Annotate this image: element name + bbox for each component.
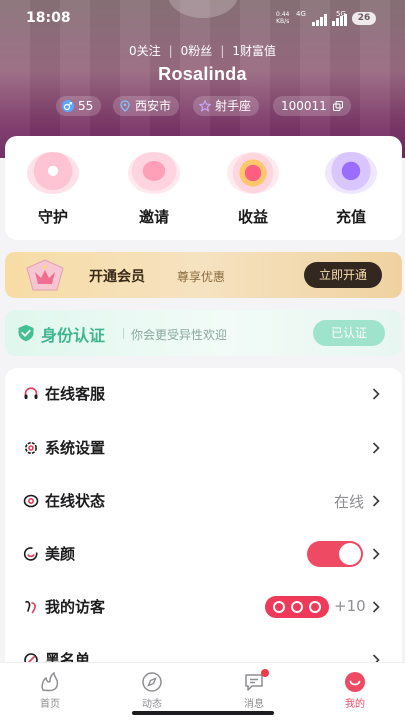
visitor-count: +10: [334, 597, 366, 615]
purple-shape-icon: [325, 152, 377, 194]
menu-online-service-label: 在线客服: [45, 385, 106, 403]
quick-invite-label: 邀请: [138, 208, 169, 226]
chevron-right-icon: [372, 388, 380, 400]
copy-icon[interactable]: [332, 101, 343, 111]
gear-icon: [25, 442, 37, 454]
smile-icon: [23, 547, 38, 561]
tab-moments-label: 动态: [142, 699, 162, 710]
quick-guard-label: 守护: [37, 208, 68, 226]
level-chip: 55: [56, 96, 102, 116]
settings-menu: 在线客服 系统设置 在线状态 在线 美颜 我的访客 +10 黑名单: [5, 368, 402, 668]
username: Rosalinda: [158, 64, 247, 84]
net-4g-label: 4G: [296, 10, 306, 18]
quick-recharge[interactable]: 充值: [311, 150, 391, 236]
signal-icon: [312, 14, 330, 26]
home-indicator: [132, 711, 274, 715]
quick-earnings[interactable]: 收益: [213, 150, 293, 236]
menu-system-settings[interactable]: 系统设置: [5, 428, 402, 468]
menu-online-status[interactable]: 在线状态 在线: [5, 481, 402, 521]
visitor-avatars: [265, 596, 329, 618]
profile-header: 18:08 0.44 KB/s 4G 5G 26 0关注 | 0粉丝 | 1财富值 Ros…: [0, 0, 405, 158]
net-speed-value: 0.44: [276, 11, 290, 18]
status-bar: 18:08 0.44 KB/s 4G 5G 26: [0, 8, 405, 30]
tab-messages[interactable]: 消息: [224, 667, 284, 717]
location-icon: [120, 100, 130, 112]
gender-level-icon: [62, 100, 74, 112]
wealth-value[interactable]: 1财富值: [232, 44, 276, 58]
signal-icon-2: [332, 14, 348, 26]
star-icon: [199, 100, 211, 112]
compass-icon: [142, 672, 162, 692]
identity-title: 身份认证: [41, 326, 106, 345]
quick-actions-card: 守护 邀请 收益 充值: [5, 136, 402, 240]
menu-beauty: 美颜: [5, 534, 402, 574]
id-chip[interactable]: 100011: [273, 96, 351, 116]
vip-crown-icon: [26, 259, 64, 291]
quick-invite[interactable]: 邀请: [114, 150, 194, 236]
status-time: 18:08: [26, 10, 71, 26]
vip-banner[interactable]: 开通会员 尊享优惠 立即开通: [5, 252, 402, 298]
toggle-knob: [339, 543, 361, 565]
chevron-right-icon: [372, 495, 380, 507]
home-icon: [41, 671, 59, 692]
menu-my-visitors-label: 我的访客: [45, 598, 106, 616]
tab-me[interactable]: 我的: [325, 667, 385, 717]
petal-icon: [128, 152, 180, 194]
tab-home[interactable]: 首页: [20, 667, 80, 717]
level-value: 55: [78, 99, 94, 113]
tab-me-label: 我的: [345, 699, 365, 710]
zodiac-chip: 射手座: [193, 96, 260, 116]
user-id: 100011: [281, 99, 327, 113]
following-count[interactable]: 0关注: [129, 44, 161, 58]
status-ring-icon: [23, 494, 39, 508]
menu-online-service[interactable]: 在线客服: [5, 374, 402, 414]
tab-moments[interactable]: 动态: [122, 667, 182, 717]
net-speed-unit: KB/s: [276, 18, 290, 25]
headset-icon: [24, 387, 38, 399]
vip-subtitle: 尊享优惠: [177, 270, 226, 284]
identity-banner[interactable]: 身份认证 你会更受异性欢迎 已认证: [5, 310, 402, 356]
follow-stats: 0关注 | 0粉丝 | 1财富值: [128, 44, 276, 58]
city-value: 西安市: [135, 99, 172, 113]
city-chip: 西安市: [113, 96, 180, 116]
identity-subtitle: 你会更受异性欢迎: [131, 328, 228, 342]
zodiac-value: 射手座: [215, 99, 252, 113]
vip-title: 开通会员: [89, 269, 145, 285]
net-speed: 0.44 KB/s: [276, 11, 289, 25]
me-icon: [345, 672, 365, 692]
profile-chips: 55 西安市 射手座 100011: [0, 96, 405, 116]
menu-system-settings-label: 系统设置: [45, 439, 106, 457]
heart-crown-icon: [227, 152, 279, 194]
battery-icon: 26: [352, 12, 376, 25]
verified-badge-icon: [18, 324, 34, 342]
fans-count[interactable]: 0粉丝: [181, 44, 213, 58]
chevron-right-icon: [372, 442, 380, 454]
beauty-toggle[interactable]: [307, 541, 363, 567]
identity-divider: [123, 328, 124, 339]
quick-guard[interactable]: 守护: [13, 150, 93, 236]
quick-earnings-label: 收益: [237, 208, 268, 226]
footprint-icon: [25, 600, 36, 614]
tab-messages-label: 消息: [244, 699, 264, 710]
identity-verified-button[interactable]: 已认证: [313, 320, 385, 346]
quick-recharge-label: 充值: [335, 208, 366, 226]
menu-beauty-label: 美颜: [45, 545, 76, 563]
menu-my-visitors[interactable]: 我的访客 +10: [5, 587, 402, 627]
unread-dot: [261, 669, 269, 677]
blossom-icon: [27, 152, 79, 194]
vip-open-button[interactable]: 立即开通: [304, 262, 382, 288]
chevron-right-icon: [372, 601, 380, 613]
tab-home-label: 首页: [40, 699, 60, 710]
chevron-right-icon: [372, 548, 380, 560]
menu-online-status-label: 在线状态: [45, 492, 106, 510]
online-status-value: 在线: [333, 493, 364, 511]
